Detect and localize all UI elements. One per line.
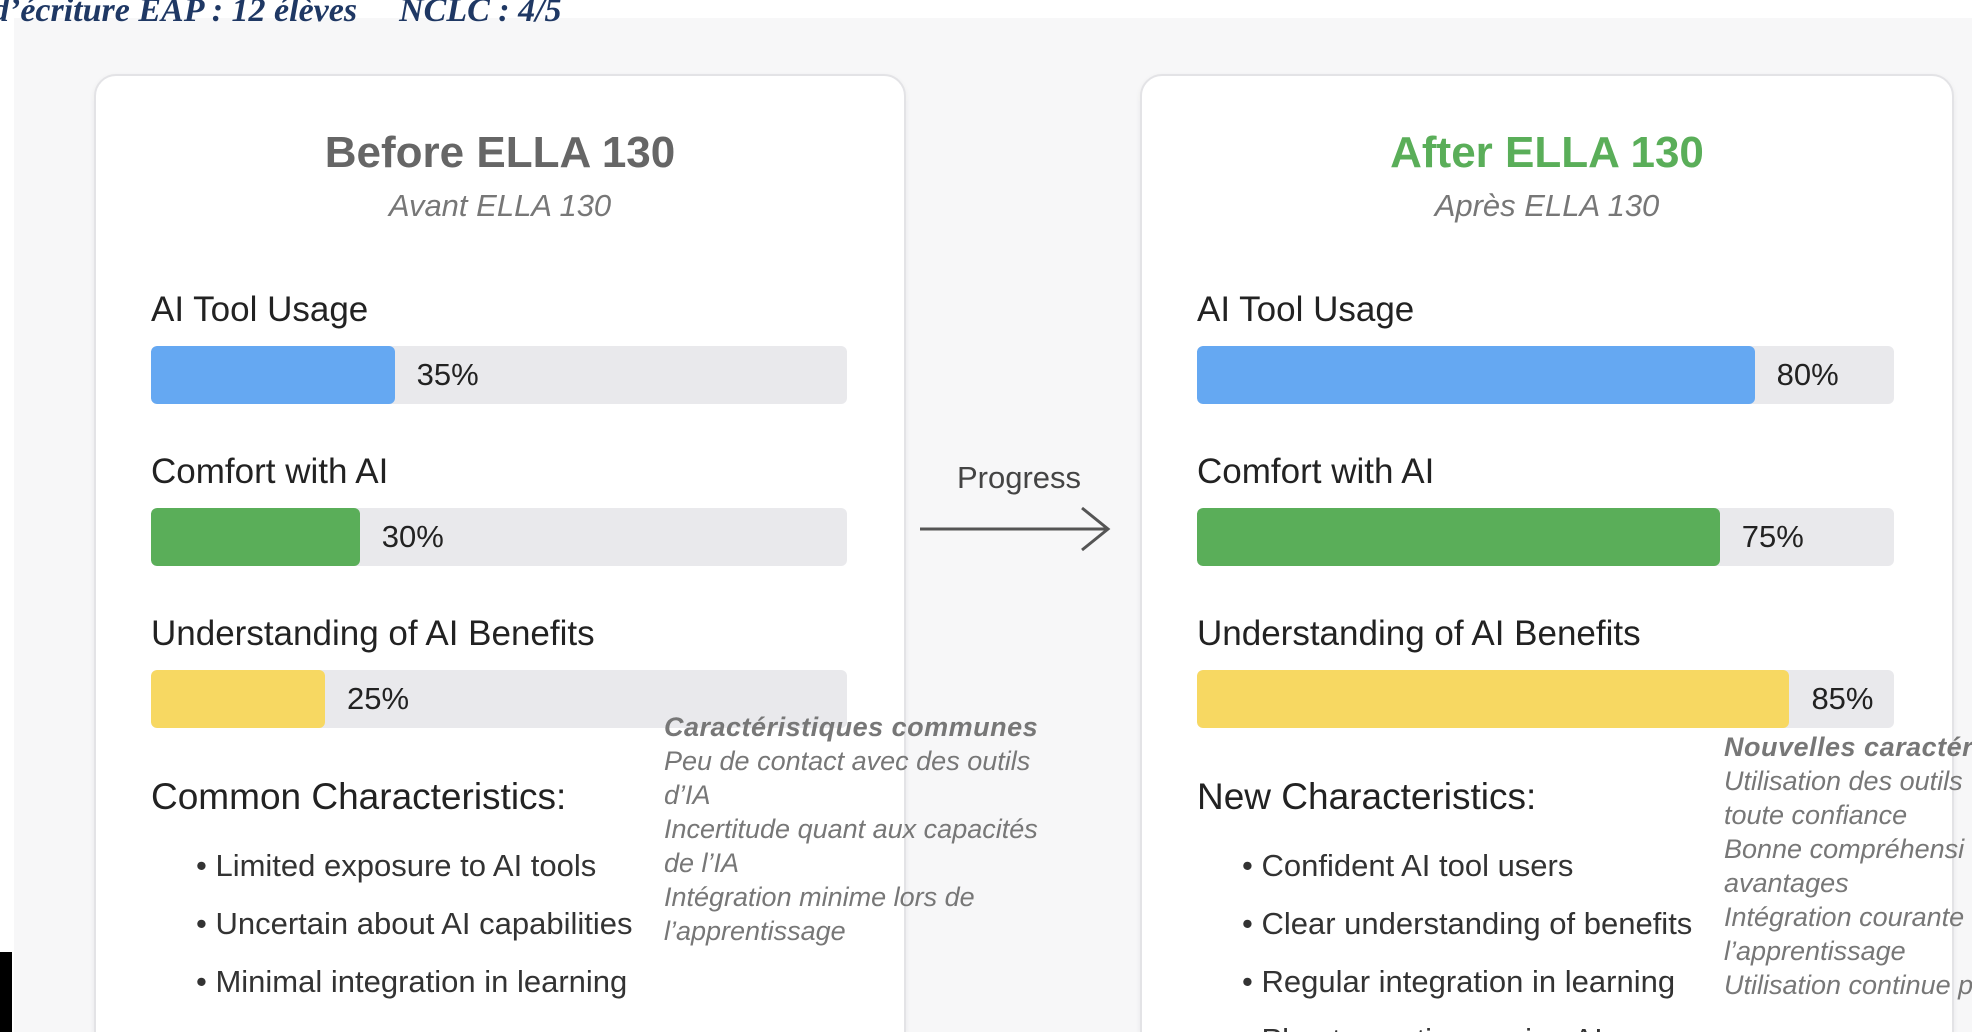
after-metric-label-understanding: Understanding of AI Benefits bbox=[1197, 614, 1641, 653]
after-metric-label-comfort: Comfort with AI bbox=[1197, 452, 1435, 491]
before-french-line: Peu de contact avec des outils bbox=[664, 746, 1031, 776]
header-left-text: d’écriture EAP : 12 élèves bbox=[0, 0, 358, 29]
after-metric-label-tool-usage: AI Tool Usage bbox=[1197, 290, 1415, 329]
arrow-right-icon bbox=[920, 506, 1111, 552]
progress-label: Progress bbox=[956, 460, 1082, 495]
after-french-line: toute confiance bbox=[1724, 800, 1908, 830]
edge-block bbox=[0, 952, 12, 1032]
after-subtitle: Après ELLA 130 bbox=[1434, 188, 1660, 223]
before-bar-fill-tool-usage bbox=[151, 346, 395, 404]
diagram-canvas: Before ELLA 130 Avant ELLA 130 AI Tool U… bbox=[14, 18, 1972, 1032]
after-bullet: • Plan to continue using AI bbox=[1242, 1022, 1603, 1032]
after-french-line: Bonne compréhensi bbox=[1724, 834, 1965, 864]
before-bullet: • Uncertain about AI capabilities bbox=[196, 906, 633, 941]
after-title: After ELLA 130 bbox=[1390, 128, 1704, 177]
before-french-line: de l’IA bbox=[664, 848, 740, 878]
before-subtitle: Avant ELLA 130 bbox=[388, 188, 612, 223]
after-french-heading: Nouvelles caractér bbox=[1724, 732, 1972, 762]
after-french-line: Intégration courante bbox=[1724, 902, 1965, 932]
after-bar-comfort: 75% bbox=[1197, 508, 1894, 566]
header-right-text: NCLC : 4/5 bbox=[399, 0, 562, 29]
before-bullet: • Minimal integration in learning bbox=[196, 964, 628, 999]
after-bar-value-comfort: 75% bbox=[1741, 519, 1804, 554]
before-section-title: Common Characteristics: bbox=[151, 776, 567, 817]
after-bar-fill-understanding bbox=[1197, 670, 1790, 728]
before-bar-comfort: 30% bbox=[151, 508, 847, 566]
before-bar-fill-understanding bbox=[151, 670, 325, 728]
before-metric-label-comfort: Comfort with AI bbox=[151, 452, 389, 491]
before-bar-value-comfort: 30% bbox=[381, 519, 444, 554]
before-bar-value-tool-usage: 35% bbox=[416, 357, 479, 392]
before-bar-tool-usage: 35% bbox=[151, 346, 847, 404]
after-french-line: Utilisation continue p bbox=[1724, 970, 1972, 1000]
before-french-line: Intégration minime lors de bbox=[664, 882, 975, 912]
after-section-title: New Characteristics: bbox=[1197, 776, 1537, 817]
after-bullet: • Clear understanding of benefits bbox=[1242, 906, 1693, 941]
after-bar-value-understanding: 85% bbox=[1811, 681, 1874, 716]
before-title: Before ELLA 130 bbox=[324, 128, 676, 177]
after-french-notes: Nouvelles caractér Utilisation des outil… bbox=[1724, 730, 1972, 1002]
after-bar-understanding: 85% bbox=[1197, 670, 1894, 728]
before-bullet: • Limited exposure to AI tools bbox=[196, 848, 597, 883]
before-french-notes: Caractéristiques communes Peu de contact… bbox=[664, 710, 1038, 948]
before-french-line: l’apprentissage bbox=[664, 916, 846, 946]
after-french-line: Utilisation des outils bbox=[1724, 766, 1963, 796]
after-french-line: l’apprentissage bbox=[1724, 936, 1906, 966]
before-bar-fill-comfort bbox=[151, 508, 360, 566]
after-bar-tool-usage: 80% bbox=[1197, 346, 1894, 404]
before-french-heading: Caractéristiques communes bbox=[664, 712, 1039, 742]
before-bar-value-understanding: 25% bbox=[347, 681, 410, 716]
slide-header: d’écriture EAP : 12 élèves NCLC : 4/5 bbox=[0, 0, 562, 30]
after-french-line: avantages bbox=[1724, 868, 1849, 898]
before-french-line: d’IA bbox=[664, 780, 711, 810]
after-bar-fill-comfort bbox=[1197, 508, 1720, 566]
after-bullet: • Confident AI tool users bbox=[1242, 848, 1574, 883]
before-metric-label-tool-usage: AI Tool Usage bbox=[151, 290, 369, 329]
after-bullet: • Regular integration in learning bbox=[1242, 964, 1676, 999]
before-french-line: Incertitude quant aux capacités bbox=[664, 814, 1038, 844]
after-bar-value-tool-usage: 80% bbox=[1776, 357, 1839, 392]
after-bar-fill-tool-usage bbox=[1197, 346, 1755, 404]
before-metric-label-understanding: Understanding of AI Benefits bbox=[151, 614, 595, 653]
